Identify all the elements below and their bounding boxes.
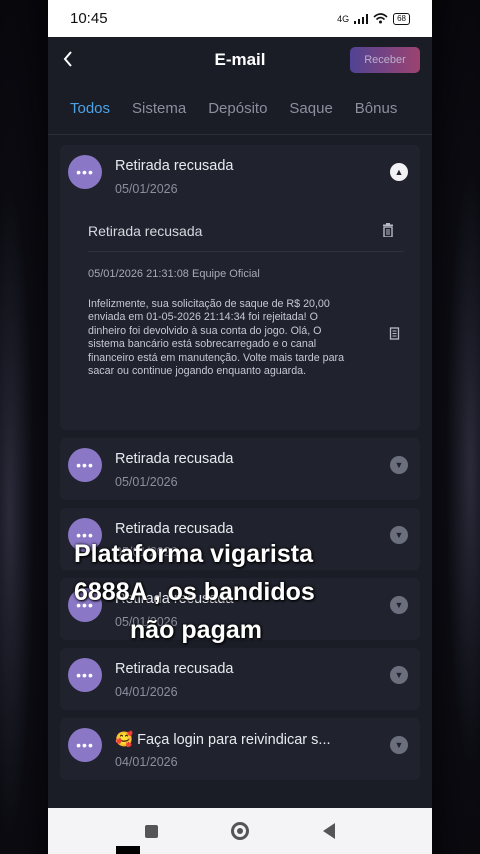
expand-icon[interactable]: ▼ bbox=[390, 596, 408, 615]
message-detail: Retirada recusada 05/01/2026 21:31:08 Eq… bbox=[60, 207, 420, 430]
message-card-expanded: ••• Retirada recusada 05/01/2026 ▲ Retir… bbox=[60, 145, 420, 431]
right-backdrop bbox=[432, 0, 480, 854]
tab-todos[interactable]: Todos bbox=[70, 100, 110, 117]
message-date: 04/01/2026 bbox=[115, 685, 178, 700]
home-button[interactable] bbox=[231, 822, 250, 840]
expand-icon[interactable]: ▼ bbox=[390, 666, 408, 685]
message-card[interactable]: ••• Retirada recusada 05/01/2026 ▼ bbox=[60, 508, 420, 571]
message-card[interactable]: ••• Retirada recusada 05/01/2026 ▼ bbox=[60, 578, 420, 641]
message-title: 🥰 Faça login para reivindicar s... bbox=[115, 732, 331, 749]
status-time: 10:45 bbox=[70, 10, 108, 27]
tab-bonus[interactable]: Bônus bbox=[355, 100, 398, 117]
signal-icon bbox=[354, 13, 369, 24]
message-header[interactable]: ••• Retirada recusada 05/01/2026 ▲ bbox=[60, 145, 420, 207]
network-label: 4G bbox=[337, 13, 350, 24]
message-title: Retirada recusada bbox=[115, 158, 234, 174]
bottom-edge-artifact bbox=[116, 846, 140, 854]
message-list: ••• Retirada recusada 05/01/2026 ▲ Retir… bbox=[48, 135, 432, 781]
chevron-left-icon bbox=[63, 51, 72, 67]
message-date: 05/01/2026 bbox=[115, 615, 178, 630]
message-title: Retirada recusada bbox=[115, 521, 234, 538]
back-nav-button[interactable] bbox=[323, 823, 336, 839]
avatar: ••• bbox=[68, 728, 102, 763]
tab-saque[interactable]: Saque bbox=[289, 100, 332, 117]
message-card[interactable]: ••• Retirada recusada 04/01/2026 ▼ bbox=[60, 648, 420, 711]
tab-deposito[interactable]: Depósito bbox=[208, 100, 267, 117]
avatar: ••• bbox=[68, 588, 102, 623]
avatar: ••• bbox=[68, 448, 102, 483]
status-icons: 4G 68 bbox=[337, 12, 410, 25]
detail-title-text: Retirada recusada bbox=[88, 223, 203, 239]
battery-icon: 68 bbox=[393, 12, 410, 25]
collapse-icon[interactable]: ▲ bbox=[390, 163, 408, 181]
page-title: E-mail bbox=[214, 50, 266, 69]
receive-button[interactable]: Receber bbox=[350, 47, 420, 73]
expand-icon[interactable]: ▼ bbox=[390, 526, 408, 545]
tab-bar: Todos Sistema Depósito Saque Bônus bbox=[48, 83, 432, 135]
message-card[interactable]: ••• 🥰 Faça login para reivindicar s... 0… bbox=[60, 718, 420, 781]
back-button[interactable] bbox=[62, 50, 74, 74]
system-nav-bar bbox=[48, 808, 432, 854]
left-backdrop bbox=[0, 0, 48, 854]
message-date: 05/01/2026 bbox=[115, 545, 178, 560]
header: E-mail Receber bbox=[48, 37, 432, 83]
recents-button[interactable] bbox=[144, 824, 158, 838]
message-date: 05/01/2026 bbox=[115, 182, 178, 196]
avatar: ••• bbox=[68, 155, 102, 189]
copy-icon[interactable] bbox=[388, 327, 400, 344]
message-date: 05/01/2026 bbox=[115, 475, 178, 490]
tab-sistema[interactable]: Sistema bbox=[132, 100, 186, 117]
phone-screen: 10:45 4G 68 E-mail Receber Todos Sistema… bbox=[48, 0, 432, 854]
wifi-icon bbox=[373, 13, 388, 24]
message-date: 04/01/2026 bbox=[115, 755, 178, 770]
message-title: Retirada recusada bbox=[115, 591, 234, 608]
avatar: ••• bbox=[68, 518, 102, 553]
trash-icon[interactable] bbox=[382, 223, 394, 240]
detail-title: Retirada recusada bbox=[88, 215, 404, 252]
status-bar: 10:45 4G 68 bbox=[48, 0, 432, 37]
expand-icon[interactable]: ▼ bbox=[390, 736, 408, 755]
message-title: Retirada recusada bbox=[115, 451, 234, 468]
detail-meta: 05/01/2026 21:31:08 Equipe Oficial bbox=[88, 268, 260, 280]
message-title: Retirada recusada bbox=[115, 661, 234, 678]
avatar: ••• bbox=[68, 658, 102, 693]
expand-icon[interactable]: ▼ bbox=[390, 456, 408, 475]
detail-body: Infelizmente, sua solicitação de saque d… bbox=[88, 298, 345, 378]
message-card[interactable]: ••• Retirada recusada 05/01/2026 ▼ bbox=[60, 438, 420, 501]
